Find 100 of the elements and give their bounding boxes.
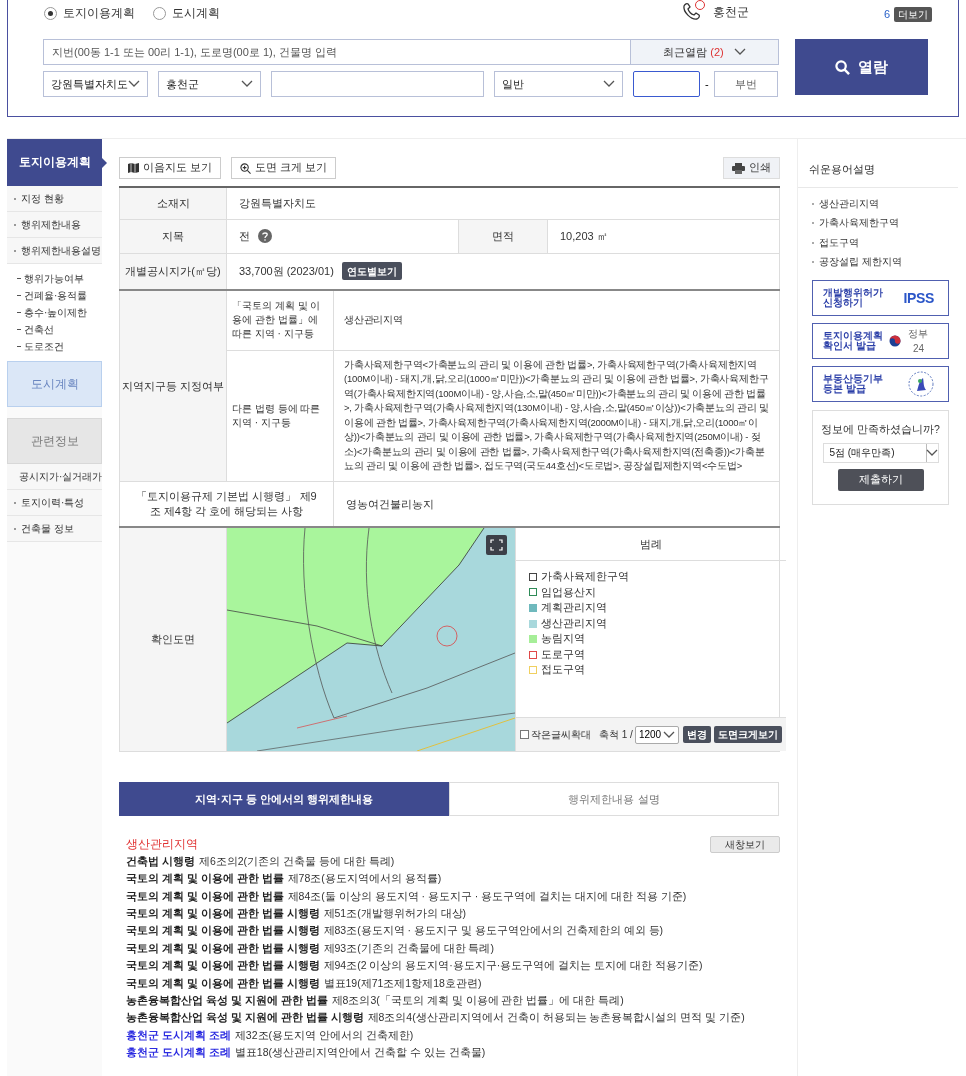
sidebar-tab[interactable]: 관련정보 — [7, 418, 102, 464]
adjacent-map-button[interactable]: 이음지도 보기 — [119, 157, 221, 179]
sidebar-sublink[interactable]: 층수·높이제한 — [24, 305, 88, 320]
zone-category-cell: 다른 법령 등에 따른 지역 · 지구등 — [226, 350, 334, 481]
land-price: 33,700원 (2023/01) — [239, 264, 334, 279]
glossary-term[interactable]: 생산관리지역 — [819, 196, 879, 211]
sidebar-sublink[interactable]: 건폐율·용적률 — [24, 288, 88, 303]
emblem-icon — [888, 335, 901, 347]
law-link[interactable]: 국토의 계획 및 이용에 관한 법률 시행령 — [126, 940, 320, 957]
law-link[interactable]: 국토의 계획 및 이용에 관한 법률 시행령 — [126, 923, 320, 940]
header-cell: 개별공시지가(㎡당) — [119, 253, 227, 290]
scale-select[interactable]: 1200 — [634, 725, 679, 744]
law-article: 제32조(용도지역 안에서의 건축제한) — [234, 1027, 414, 1043]
radio-label: 토지이용계획 — [63, 5, 135, 22]
header-cell: 「토지이용규제 기본법 시행령」 제9조 제4항 각 호에 해당되는 사항 — [119, 481, 334, 527]
chevron-down-icon — [603, 80, 615, 88]
zone-value: 생산관리지역 — [333, 290, 780, 350]
header-cell: 면적 — [458, 219, 548, 253]
law-link[interactable]: 국토의 계획 및 이용에 관한 법률 — [126, 888, 284, 905]
sidebar-sublink[interactable]: 건축선 — [24, 322, 54, 337]
glossary-term[interactable]: 공장설립 제한지역 — [819, 255, 902, 270]
glossary-term[interactable]: 접도구역 — [819, 235, 859, 250]
radio-button[interactable] — [153, 6, 166, 20]
seal-icon — [908, 371, 934, 397]
county-select[interactable]: 홍천군 — [158, 71, 261, 97]
legend-label: 임업용산지 — [541, 584, 596, 600]
search-button[interactable]: 열람 — [795, 39, 928, 95]
content-tab[interactable]: 행위제한내용 설명 — [449, 782, 779, 816]
dash-icon — [17, 295, 21, 296]
radio-button[interactable] — [44, 6, 57, 20]
law-article: 제83조(용도지역 · 용도지구 및 용도구역안에서의 건축제한의 예외 등) — [323, 923, 664, 939]
law-link[interactable]: 국토의 계획 및 이용에 관한 법률 시행령 — [126, 906, 320, 922]
service-button[interactable]: 개발행위허가 신청하기 IPSS — [812, 280, 949, 316]
law-article: 제94조(2 이상의 용도지역·용도지구·용도구역에 걸치는 토지에 대한 적용기준) — [323, 958, 703, 974]
legend-title: 범례 — [516, 528, 786, 561]
change-scale-button[interactable]: 변경 — [682, 726, 711, 743]
pointer-icon — [102, 158, 107, 168]
new-window-button[interactable]: 새창보기 — [710, 836, 780, 853]
location-value: 강원특별자치도 — [226, 187, 780, 219]
rating-select[interactable]: 5점 (매우만족) — [822, 442, 939, 463]
notice-count: 6 — [884, 7, 891, 22]
address-input[interactable]: 지번(00동 1-1 또는 00리 1-1), 도로명(00로 1), 건물명 입력 — [43, 39, 631, 65]
law-link[interactable]: 홍천군 도시계획 조례 — [126, 1027, 231, 1044]
sidebar-tab[interactable]: 토지이용계획 — [7, 139, 102, 186]
law-link[interactable]: 국토의 계획 및 이용에 관한 법률 시행령 — [126, 958, 320, 974]
legend-label: 가축사육제한구역 — [541, 568, 629, 584]
header-cell: 확인도면 — [119, 527, 227, 752]
law-link[interactable]: 국토의 계획 및 이용에 관한 법률 — [126, 871, 284, 887]
legend-label: 도로구역 — [541, 646, 585, 662]
survey-question: 정보에 만족하셨습니까? — [821, 422, 940, 437]
print-button[interactable]: 인쇄 — [723, 157, 780, 179]
help-icon[interactable] — [258, 229, 272, 243]
glossary-term[interactable]: 가축사육제한구역 — [819, 216, 899, 231]
sidebar-link[interactable]: 토지이력·특성 — [21, 495, 85, 510]
more-button[interactable]: 더보기 — [894, 6, 933, 22]
sidebar-link[interactable]: 지정 현황 — [21, 191, 64, 206]
law-article: 별표19(제71조제1항제18호관련) — [323, 975, 482, 991]
sidebar-sublink[interactable]: 도로조건 — [24, 339, 64, 354]
header-cell: 지목 — [119, 219, 227, 253]
sidebar-link[interactable]: 행위제한내용설명 — [21, 243, 101, 258]
search-icon — [835, 59, 850, 75]
land-type-select[interactable]: 일반 — [494, 71, 623, 97]
recent-dropdown[interactable]: 최근열람 (2) — [631, 39, 779, 65]
fullscreen-icon — [490, 539, 503, 551]
yearly-price-button[interactable]: 연도별보기 — [341, 262, 402, 281]
law-article: 제93조(기존의 건축물에 대한 특례) — [323, 940, 494, 956]
chevron-down-icon — [128, 80, 140, 88]
radio-label: 도시계획 — [172, 5, 220, 22]
zone-heading: 생산관리지역 — [126, 837, 198, 852]
law-article: 제78조(용도지역에서의 용적률) — [287, 871, 442, 887]
checkbox[interactable] — [520, 730, 529, 739]
law-link[interactable]: 농촌융복합산업 육성 및 지원에 관한 법률 — [126, 992, 328, 1009]
main-number-input[interactable] — [633, 71, 700, 97]
province-select[interactable]: 강원특별자치도 — [43, 71, 148, 97]
legend-label: 접도구역 — [541, 662, 585, 678]
zoom-in-icon — [239, 162, 251, 174]
submit-button[interactable]: 제출하기 — [837, 468, 924, 491]
sidebar-link[interactable]: 공시지가·실거래가 — [19, 469, 103, 484]
dash-separator: - — [705, 76, 709, 92]
big-map-button[interactable]: 도면크게보기 — [713, 726, 782, 743]
legend-label: 농림지역 — [541, 631, 585, 647]
sidebar-link[interactable]: 행위제한내용 — [21, 217, 81, 232]
law-link[interactable]: 홍천군 도시계획 조례 — [126, 1045, 231, 1061]
sub-number-input[interactable]: 부번 — [713, 71, 778, 97]
service-logo: IPSS — [903, 288, 934, 308]
land-category: 전 — [239, 228, 250, 244]
law-article: 제8조의4(생산관리지역에서 건축이 허용되는 농촌융복합시설의 면적 및 기준) — [367, 1010, 745, 1026]
service-button[interactable]: 토지이용계획 확인서 발급 정부24 — [812, 323, 949, 359]
law-link[interactable]: 건축법 시행령 — [126, 853, 195, 870]
sidebar-link[interactable]: 건축물 정보 — [21, 521, 74, 536]
content-tab[interactable]: 지역·지구 등 안에서의 행위제한내용 — [119, 782, 449, 816]
service-button[interactable]: 부동산등기부등본 발급 — [812, 366, 949, 402]
enlarge-map-button[interactable]: 도면 크게 보기 — [230, 157, 336, 179]
law-article: 제6조의2(기존의 건축물 등에 대한 특례) — [198, 853, 395, 869]
law-link[interactable]: 국토의 계획 및 이용에 관한 법률 시행령 — [126, 975, 320, 992]
fullscreen-button[interactable] — [486, 535, 507, 555]
law-link[interactable]: 농촌융복합산업 육성 및 지원에 관한 법률 시행령 — [126, 1010, 364, 1027]
service-logo: 정부24 — [907, 327, 930, 356]
legend-label: 생산관리지역 — [541, 615, 607, 631]
sidebar-sublink[interactable]: 행위가능여부 — [24, 271, 84, 286]
